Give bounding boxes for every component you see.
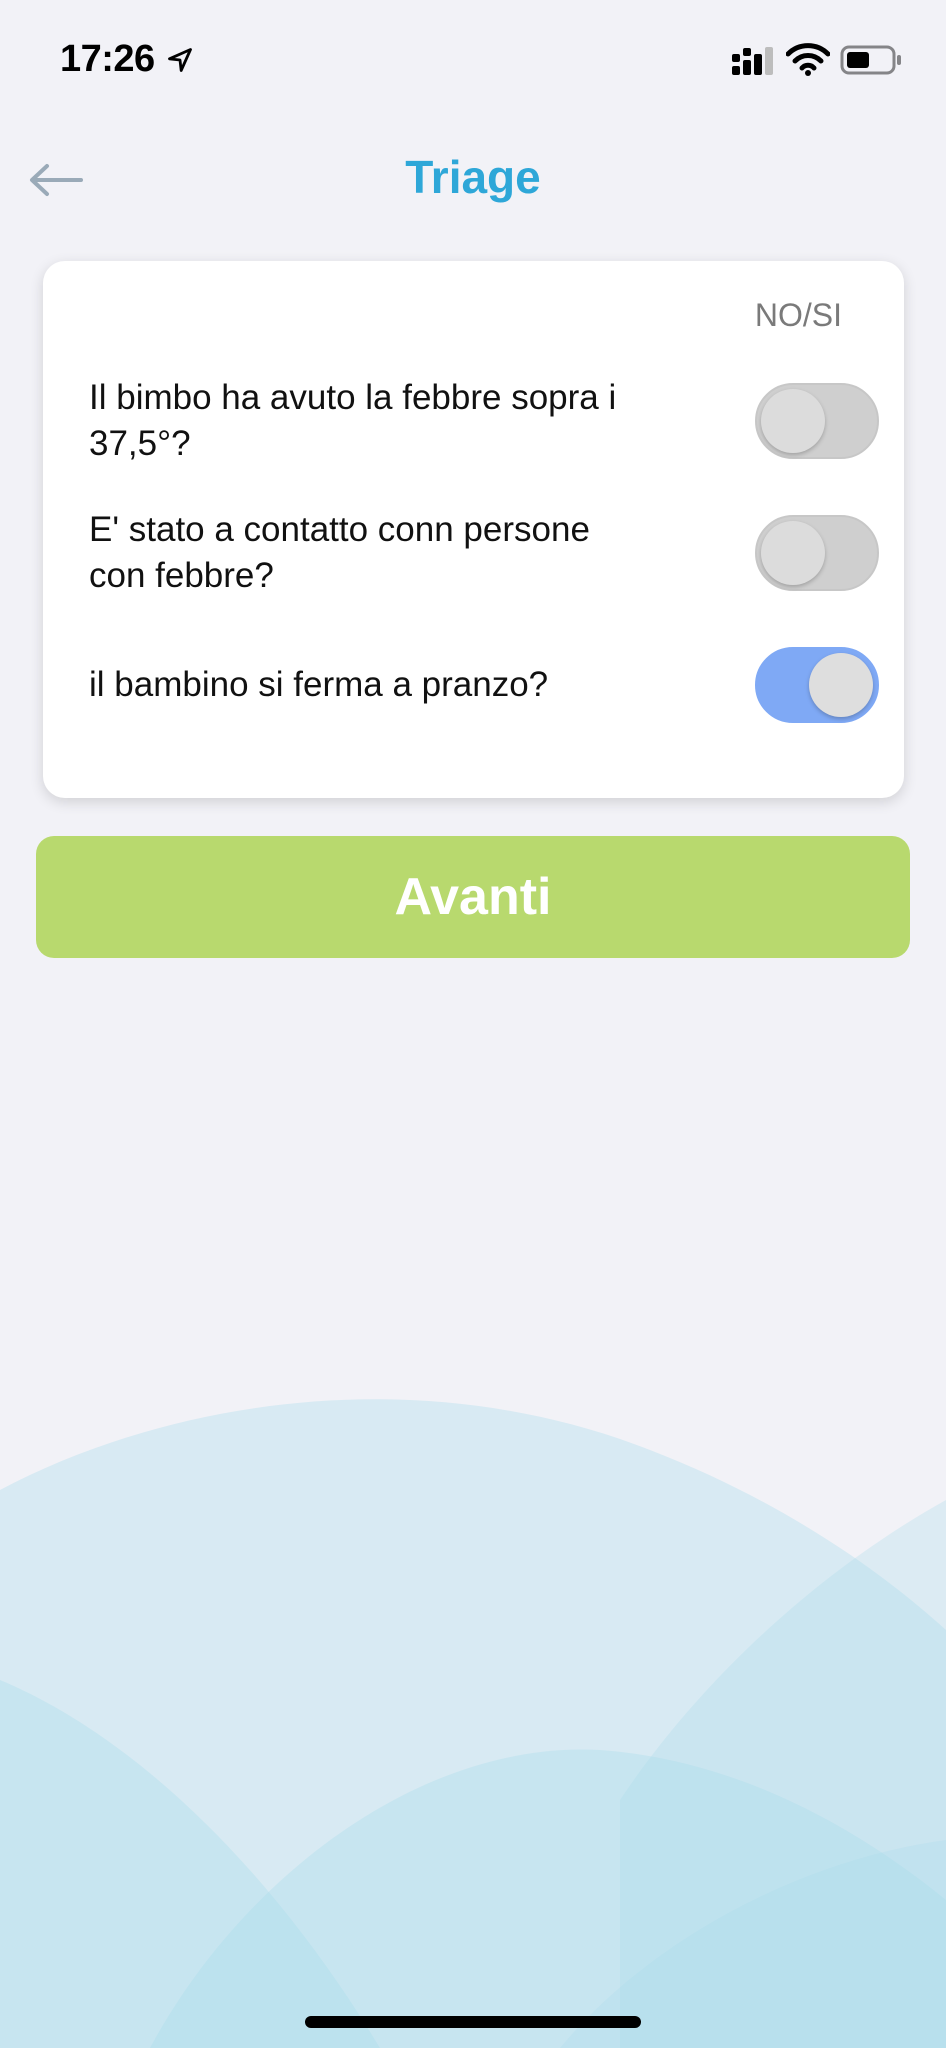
toggle-knob xyxy=(761,389,825,453)
status-bar: 17:26 xyxy=(0,0,946,120)
location-arrow-icon xyxy=(168,48,192,72)
triage-card: NO/SI Il bimbo ha avuto la febbre sopra … xyxy=(43,261,904,798)
question-row: E' stato a contatto conn persone con feb… xyxy=(89,503,879,603)
fever-toggle[interactable] xyxy=(755,383,879,459)
question-row: Il bimbo ha avuto la febbre sopra i 37,5… xyxy=(89,371,879,471)
lunch-toggle[interactable] xyxy=(755,647,879,723)
home-indicator xyxy=(305,2016,641,2028)
background-waves xyxy=(0,1399,946,2048)
toggle-knob xyxy=(761,521,825,585)
question-label: il bambino si ferma a pranzo? xyxy=(89,665,549,704)
cellular-signal-icon xyxy=(732,47,773,75)
status-time: 17:26 xyxy=(60,38,155,80)
page-title: Triage xyxy=(405,151,541,203)
question-label: E' stato a contatto conn persone con feb… xyxy=(89,510,590,595)
question-label: Il bimbo ha avuto la febbre sopra i 37,5… xyxy=(89,378,617,463)
next-button[interactable]: Avanti xyxy=(36,836,910,958)
wifi-icon xyxy=(786,43,830,76)
no-si-column-header: NO/SI xyxy=(754,297,842,333)
question-row: il bambino si ferma a pranzo? xyxy=(89,635,879,735)
contact-fever-toggle[interactable] xyxy=(755,515,879,591)
toggle-knob xyxy=(809,653,873,717)
battery-icon xyxy=(840,45,901,75)
